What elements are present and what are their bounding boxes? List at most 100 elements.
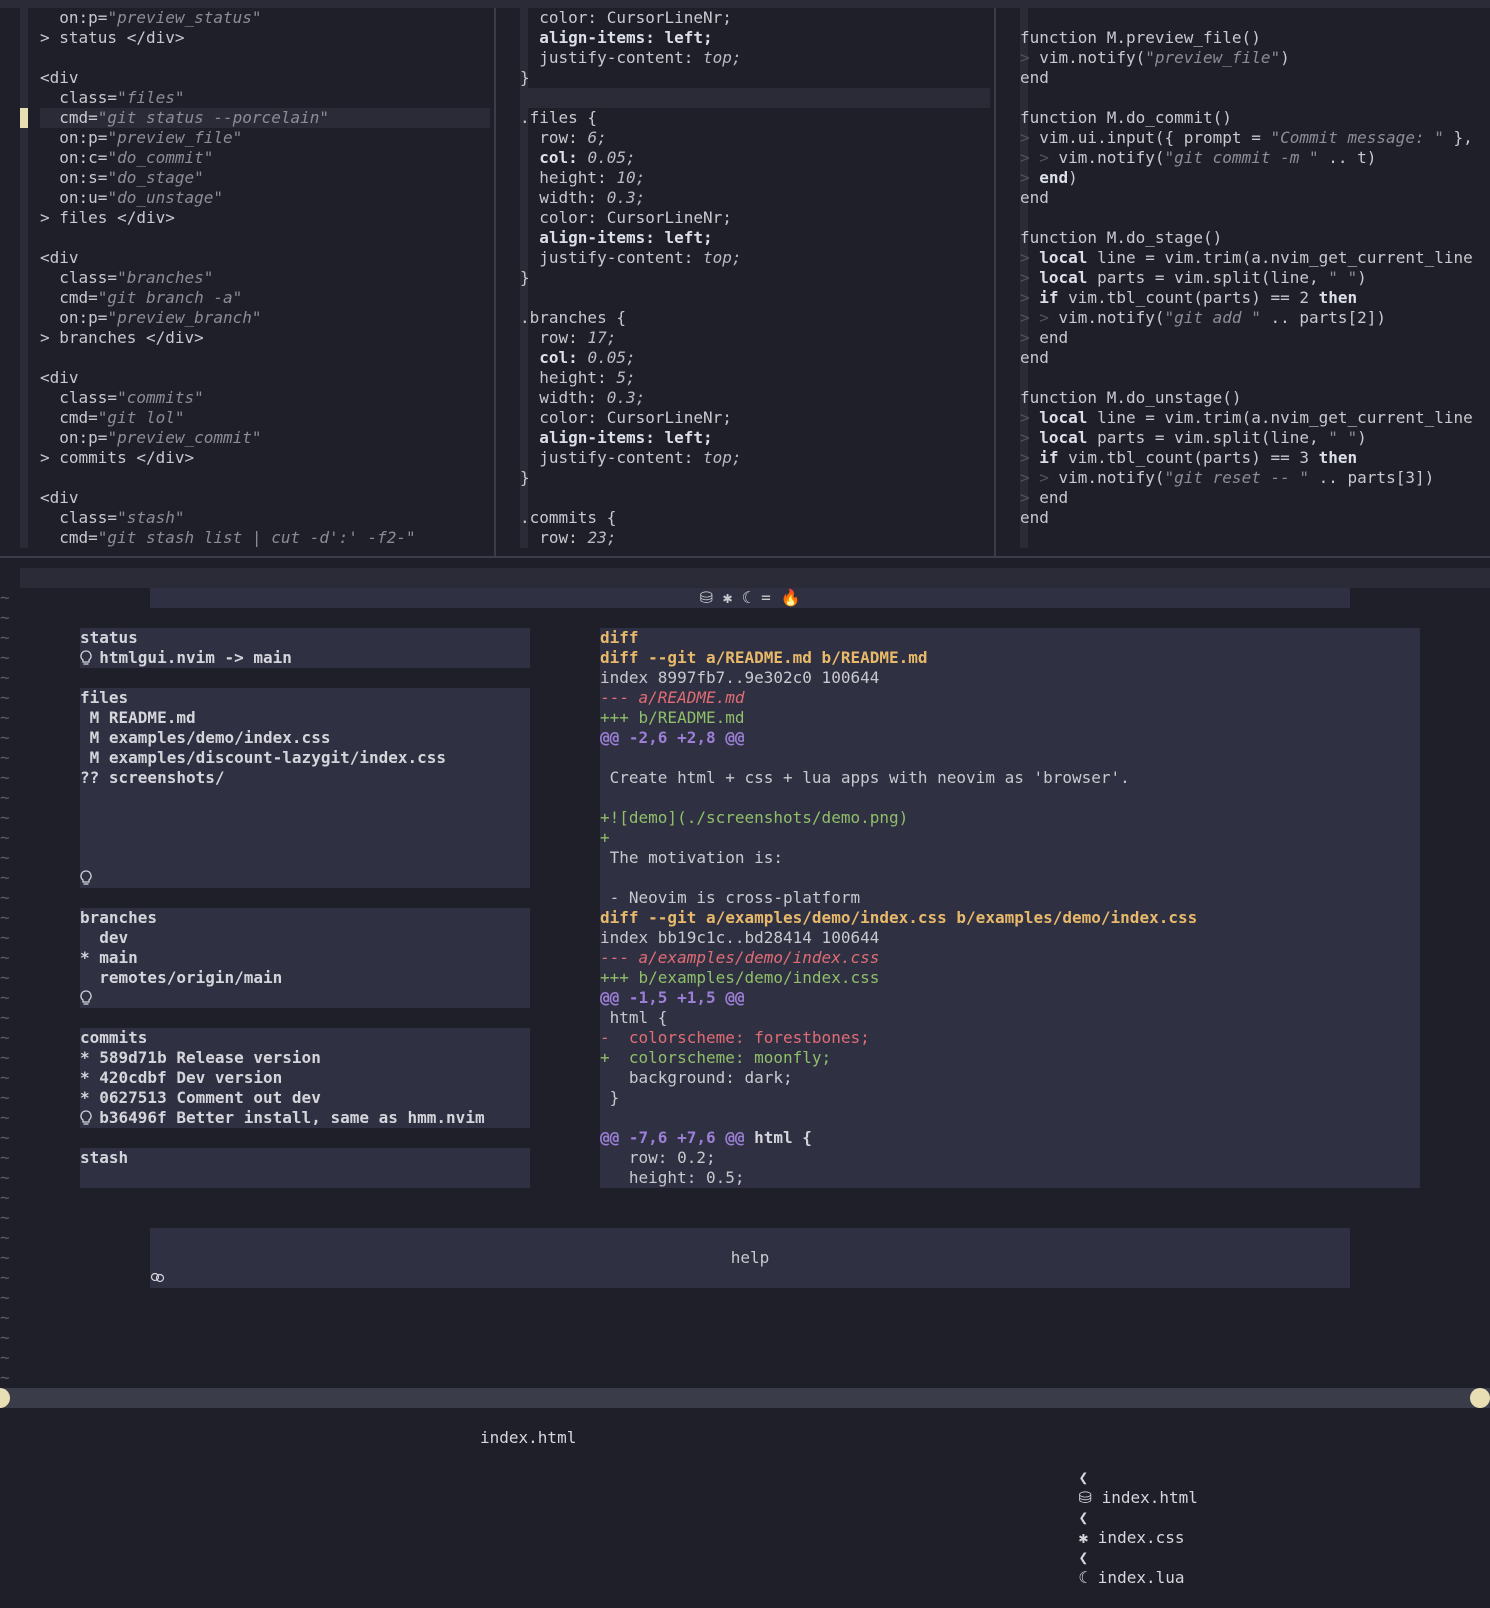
branch-item[interactable]: remotes/origin/main xyxy=(80,968,530,988)
branch-item[interactable]: * main xyxy=(80,948,530,968)
tilde-line: ~ xyxy=(0,688,10,707)
tilde-line: ~ xyxy=(0,1248,10,1267)
code-line: > vim.notify("preview_file") xyxy=(1020,48,1490,68)
tilde-line: ~ xyxy=(0,1308,10,1327)
diff-preview[interactable]: diff diff --git a/README.md b/README.md in… xyxy=(600,628,1420,1188)
code-text: .. parts[3]) xyxy=(1309,468,1435,487)
commit-item[interactable]: * 420cdbf Dev version xyxy=(80,1068,530,1088)
html-editor-pane[interactable]: on:p="preview_status" > status </div> <div… xyxy=(40,8,490,548)
help-label: help xyxy=(730,1248,770,1267)
file-item[interactable]: M examples/discount-lazygit/index.css xyxy=(80,748,530,768)
tab-index-lua[interactable]: ☾ index.lua xyxy=(1079,1568,1185,1587)
file-item[interactable]: ?? screenshots/ xyxy=(80,768,530,788)
lua-editor-pane[interactable]: function M.preview_file() > vim.notify("p… xyxy=(1020,8,1490,548)
code-line: } xyxy=(520,68,990,88)
tilde-line: ~ xyxy=(0,1028,10,1047)
tilde-line: ~ xyxy=(0,1168,10,1187)
code-line: cmd="git stash list | cut -d':' -f2-" xyxy=(40,528,490,548)
code-line: on:s="do_stage" xyxy=(40,168,490,188)
diff-line xyxy=(600,788,1420,808)
diff-hunk: @@ -7,6 +7,6 @@ xyxy=(600,1128,745,1147)
status-box[interactable]: status htmlgui.nvim -> main xyxy=(80,628,530,668)
diff-text: + colorscheme: moonfly; xyxy=(600,1048,832,1067)
file-item[interactable]: M examples/demo/index.css xyxy=(80,728,530,748)
commit-item[interactable]: b36496f Better install, same as hmm.nvim xyxy=(80,1108,530,1128)
code-text: cmd= xyxy=(40,288,98,307)
code-string: "files" xyxy=(117,88,185,107)
code-line: width: 0.3; xyxy=(520,188,990,208)
tilde-line: ~ xyxy=(0,628,10,647)
tilde-line: ~ xyxy=(0,808,10,827)
code-text: vim.tbl_count(parts) == 3 xyxy=(1058,448,1319,467)
code-text: class= xyxy=(40,508,118,527)
code-property: justify-content: xyxy=(520,48,704,67)
code-line: on:u="do_unstage" xyxy=(40,188,490,208)
branch-item[interactable]: dev xyxy=(80,928,530,948)
file-item[interactable]: M README.md xyxy=(80,708,530,728)
status-title: status xyxy=(80,628,138,647)
code-keyword: local xyxy=(1039,428,1088,447)
code-text: end xyxy=(1020,68,1049,87)
diff-line: --- a/examples/demo/index.css xyxy=(600,948,1420,968)
code-text: on:p= xyxy=(40,128,108,147)
code-string: "stash" xyxy=(117,508,185,527)
horizontal-split[interactable] xyxy=(0,556,1490,558)
vertical-split-2[interactable] xyxy=(994,8,996,556)
code-line: color: CursorLineNr; xyxy=(520,408,990,428)
stash-title: stash xyxy=(80,1148,129,1167)
code-text: class= xyxy=(40,88,118,107)
diff-text: Create html + css + lua apps with neovim… xyxy=(600,768,1130,787)
statusline-tabs[interactable]: ❮ ⛁ index.html ❮ ✱ index.css ❮ ☾ index.l… xyxy=(1040,1448,1198,1608)
tilde-line: ~ xyxy=(0,1108,10,1127)
code-value: 0.3; xyxy=(606,388,646,407)
code-text: function M.do_stage() xyxy=(1020,228,1223,247)
css-editor-pane[interactable]: color: CursorLineNr; align-items: left; … xyxy=(520,8,990,548)
code-line: justify-content: top; xyxy=(520,48,990,68)
statusline-right-cap xyxy=(1470,1388,1490,1408)
code-text: on:c= xyxy=(40,148,108,167)
code-value: CursorLineNr; xyxy=(606,408,732,427)
diff-line: } xyxy=(600,1088,1420,1108)
commits-box[interactable]: commits * 589d71b Release version * 420c… xyxy=(80,1028,530,1128)
commit-item[interactable]: * 589d71b Release version xyxy=(80,1048,530,1068)
files-box[interactable]: files M README.md M examples/demo/index.… xyxy=(80,688,530,888)
code-line: end xyxy=(1020,348,1490,368)
code-line: > end) xyxy=(1020,168,1490,188)
code-keyword: if xyxy=(1039,288,1059,307)
tab-index-css[interactable]: ✱ index.css xyxy=(1079,1528,1185,1547)
code-line: justify-content: top; xyxy=(520,248,990,268)
diff-line: diff xyxy=(600,628,1420,648)
code-string: "git branch -a" xyxy=(97,288,243,307)
branches-box[interactable]: branches dev * main remotes/origin/main xyxy=(80,908,530,1008)
tilde-line: ~ xyxy=(0,1068,10,1087)
help-bar[interactable]: help xyxy=(150,1228,1350,1288)
code-string: "git reset -- " xyxy=(1164,468,1310,487)
code-value: left; xyxy=(664,28,713,47)
tilde-line: ~ xyxy=(0,588,10,607)
code-line: height: 10; xyxy=(520,168,990,188)
vertical-split-1[interactable] xyxy=(494,8,496,556)
files-title: files xyxy=(80,688,129,707)
lightbulb-icon xyxy=(80,990,92,1005)
stash-box[interactable]: stash xyxy=(80,1148,530,1188)
tilde-line: ~ xyxy=(0,888,10,907)
header-icons: ⛁ ✱ ☾ = 🔥 xyxy=(699,588,801,607)
code-string: "branches" xyxy=(117,268,214,287)
code-line: end xyxy=(1020,188,1490,208)
diff-file: a/README.md xyxy=(638,688,745,707)
code-text: end xyxy=(1039,488,1069,507)
code-line: > local parts = vim.split(line, " ") xyxy=(1020,428,1490,448)
indent-marker: > xyxy=(1020,268,1040,287)
diff-line: + colorscheme: moonfly; xyxy=(600,1048,1420,1068)
tilde-line: ~ xyxy=(0,1008,10,1027)
commit-item[interactable]: * 0627513 Comment out dev xyxy=(80,1088,530,1108)
tab-index-html[interactable]: ⛁ index.html xyxy=(1079,1488,1198,1507)
tilde-line: ~ xyxy=(0,1348,10,1367)
code-string: "git commit -m " xyxy=(1164,148,1319,167)
tilde-line: ~ xyxy=(0,608,10,627)
